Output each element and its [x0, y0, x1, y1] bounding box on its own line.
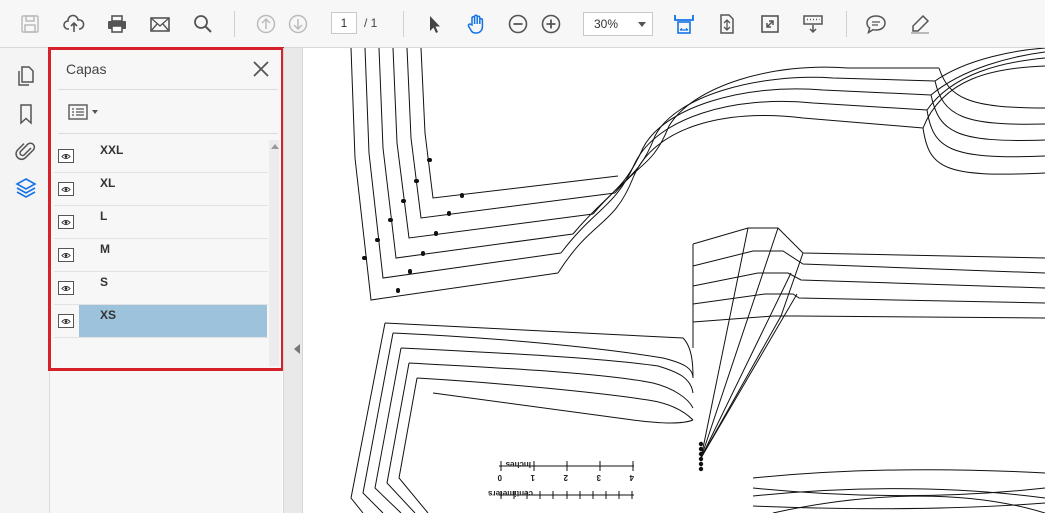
zoom-level-value: 30%: [594, 17, 619, 31]
ruler-tick: 3: [596, 473, 601, 482]
layer-item[interactable]: XL: [54, 173, 268, 206]
full-screen-icon[interactable]: [756, 10, 784, 38]
layer-item[interactable]: M: [54, 239, 268, 272]
panel-empty-area: [50, 368, 282, 513]
layer-name[interactable]: XXL: [79, 140, 267, 172]
eye-icon[interactable]: [58, 314, 74, 328]
toolbar-separator: [403, 11, 404, 37]
navigation-rail: [0, 48, 50, 513]
list-options-icon: [68, 104, 88, 120]
layer-item[interactable]: L: [54, 206, 268, 239]
fit-width-icon[interactable]: [670, 10, 698, 38]
layer-item[interactable]: XXL: [54, 140, 268, 173]
scrollbar[interactable]: [269, 140, 279, 366]
fit-page-icon[interactable]: [713, 10, 741, 38]
comment-icon[interactable]: [862, 10, 890, 38]
eye-icon[interactable]: [58, 215, 74, 229]
email-icon[interactable]: [146, 10, 174, 38]
layer-item[interactable]: S: [54, 272, 268, 305]
panel-splitter[interactable]: [283, 48, 303, 513]
close-icon[interactable]: [251, 59, 271, 79]
next-page-icon[interactable]: [284, 10, 312, 38]
eye-icon[interactable]: [58, 248, 74, 262]
ruler-tick: 1: [530, 473, 535, 482]
centimeters-ruler-label: centimeters: [488, 489, 533, 498]
zoom-level-dropdown[interactable]: 30%: [583, 12, 653, 36]
main-toolbar: 1 / 1 30%: [0, 0, 1045, 48]
divider: [58, 89, 278, 90]
document-canvas[interactable]: Inches centimeters 4 3 2 1 0: [303, 48, 1045, 513]
attachments-icon[interactable]: [14, 139, 38, 163]
zoom-out-icon[interactable]: [504, 10, 532, 38]
highlight-pen-icon[interactable]: [906, 10, 934, 38]
layers-panel: Capas XXL XL L M S XS: [50, 48, 282, 368]
page-number-input[interactable]: 1: [331, 12, 357, 34]
eye-icon[interactable]: [58, 149, 74, 163]
layer-name[interactable]: XS: [79, 305, 267, 337]
collapse-panel-icon[interactable]: [294, 344, 300, 354]
bookmarks-icon[interactable]: [14, 102, 38, 126]
toolbar-separator: [234, 11, 235, 37]
divider: [58, 133, 278, 134]
scroll-up-icon[interactable]: [271, 144, 279, 149]
layer-name[interactable]: XL: [79, 173, 267, 205]
layer-item-selected[interactable]: XS: [54, 305, 268, 338]
inches-ruler-label: Inches: [505, 460, 531, 469]
save-icon[interactable]: [16, 10, 44, 38]
ruler-tick: 0: [497, 473, 502, 482]
ruler-tick: 4: [629, 473, 634, 482]
hand-tool-icon[interactable]: [462, 10, 490, 38]
layer-list: XXL XL L M S XS: [54, 140, 268, 340]
page-thumbnails-icon[interactable]: [14, 64, 38, 88]
layer-name[interactable]: S: [79, 272, 267, 304]
select-cursor-icon[interactable]: [420, 10, 448, 38]
page-total: / 1: [364, 16, 378, 30]
eye-icon[interactable]: [58, 281, 74, 295]
search-icon[interactable]: [189, 10, 217, 38]
toolbar-separator: [846, 11, 847, 37]
keyboard-icon[interactable]: [799, 10, 827, 38]
chevron-down-icon: [92, 110, 98, 114]
previous-page-icon[interactable]: [252, 10, 280, 38]
layer-options-button[interactable]: [68, 102, 102, 122]
zoom-in-icon[interactable]: [537, 10, 565, 38]
chevron-down-icon: [638, 22, 646, 27]
panel-title: Capas: [66, 61, 107, 77]
eye-icon[interactable]: [58, 182, 74, 196]
layer-name[interactable]: M: [79, 239, 267, 271]
sewing-pattern-drawing: Inches centimeters 4 3 2 1 0: [350, 48, 1045, 513]
ruler-tick: 2: [563, 473, 568, 482]
print-icon[interactable]: [103, 10, 131, 38]
layer-name[interactable]: L: [79, 206, 267, 238]
cloud-upload-icon[interactable]: [60, 10, 88, 38]
layers-icon[interactable]: [14, 176, 38, 200]
